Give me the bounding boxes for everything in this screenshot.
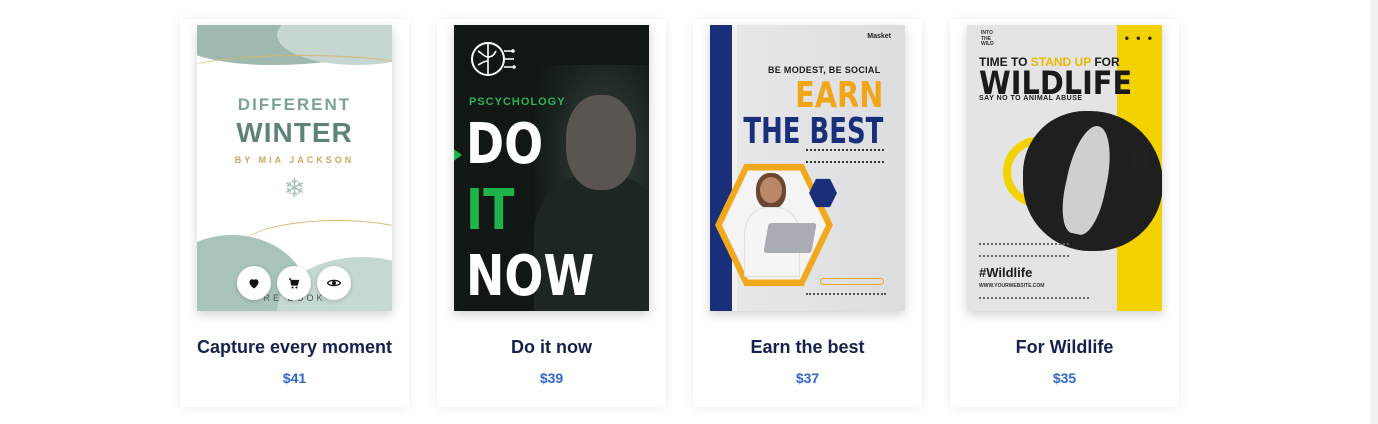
product-title[interactable]: Capture every moment — [180, 337, 409, 358]
hover-actions — [237, 266, 351, 300]
add-to-cart-button[interactable] — [277, 266, 311, 300]
cover-word2: IT — [466, 178, 515, 243]
cover-word1: DO — [466, 112, 544, 177]
cart-icon — [289, 277, 300, 288]
product-cover-image[interactable]: INTO THE WILD • • • TIME TO STAND UP FOR… — [967, 25, 1162, 311]
cover-category: PSCYCHOLOGY — [469, 96, 566, 108]
heart-icon — [249, 278, 259, 288]
decorative-line — [197, 55, 392, 85]
quick-view-button[interactable] — [317, 266, 351, 300]
brain-icon — [471, 42, 516, 76]
product-cover-image[interactable]: Masket BE MODEST, BE SOCIAL EARN THE BES… — [710, 25, 905, 311]
product-cover-image[interactable]: DIFFERENT WINTER BY MIA JACKSON ❄ RE BOO… — [197, 25, 392, 311]
product-price: $37 — [795, 370, 820, 386]
cover-line1: DIFFERENT — [237, 95, 352, 114]
cover-headline1: EARN — [794, 75, 883, 116]
cover-footer — [806, 293, 886, 297]
cover-logo: INTO THE WILD — [981, 30, 994, 48]
product-card[interactable]: INTO THE WILD • • • TIME TO STAND UP FOR… — [950, 19, 1179, 407]
product-price: $41 — [282, 370, 307, 386]
product-title[interactable]: Earn the best — [693, 337, 922, 358]
product-price: $35 — [1052, 370, 1077, 386]
product-title[interactable]: For Wildlife — [950, 337, 1179, 358]
person-head — [566, 95, 636, 190]
cover-headline2: THE BEST — [743, 111, 883, 152]
product-title[interactable]: Do it now — [437, 337, 666, 358]
cover-tagline: BE MODEST, BE SOCIAL — [768, 65, 881, 75]
cover-paragraph — [806, 149, 884, 163]
wishlist-button[interactable] — [237, 266, 271, 300]
cover-line2: WINTER — [236, 117, 353, 148]
product-card[interactable]: DIFFERENT WINTER BY MIA JACKSON ❄ RE BOO… — [180, 19, 409, 407]
cover-byline: BY MIA JACKSON — [234, 155, 355, 165]
eye-icon — [327, 279, 341, 287]
cover-social — [979, 297, 1089, 301]
cover-word3: NOW — [466, 244, 595, 309]
product-price: $39 — [539, 370, 564, 386]
cover-hashtag: #Wildlife — [979, 265, 1033, 280]
product-grid: DIFFERENT WINTER BY MIA JACKSON ❄ RE BOO… — [0, 0, 1378, 424]
product-cover-image[interactable]: PSCYCHOLOGY DO IT NOW — [454, 25, 649, 311]
logo-line: WILD — [981, 41, 994, 47]
dots-icon: • • • — [1124, 31, 1154, 45]
scrollbar[interactable] — [1370, 0, 1378, 424]
person-head — [760, 177, 782, 203]
product-card[interactable]: Masket BE MODEST, BE SOCIAL EARN THE BES… — [693, 19, 922, 407]
cover-paragraph — [979, 243, 1069, 257]
decorative-square — [1133, 156, 1147, 170]
cover-subheading: SAY NO TO ANIMAL ABUSE — [979, 95, 1083, 102]
snowflake-icon: ❄ — [283, 173, 306, 203]
cover-cta — [820, 278, 884, 285]
product-card[interactable]: PSCYCHOLOGY DO IT NOW Do it now $39 — [437, 19, 666, 407]
cover-website: WWW.YOURWEBSITE.COM — [979, 283, 1045, 289]
laptop — [763, 223, 817, 253]
decorative-triangle — [454, 145, 462, 165]
cover-brand: Masket — [867, 33, 891, 40]
